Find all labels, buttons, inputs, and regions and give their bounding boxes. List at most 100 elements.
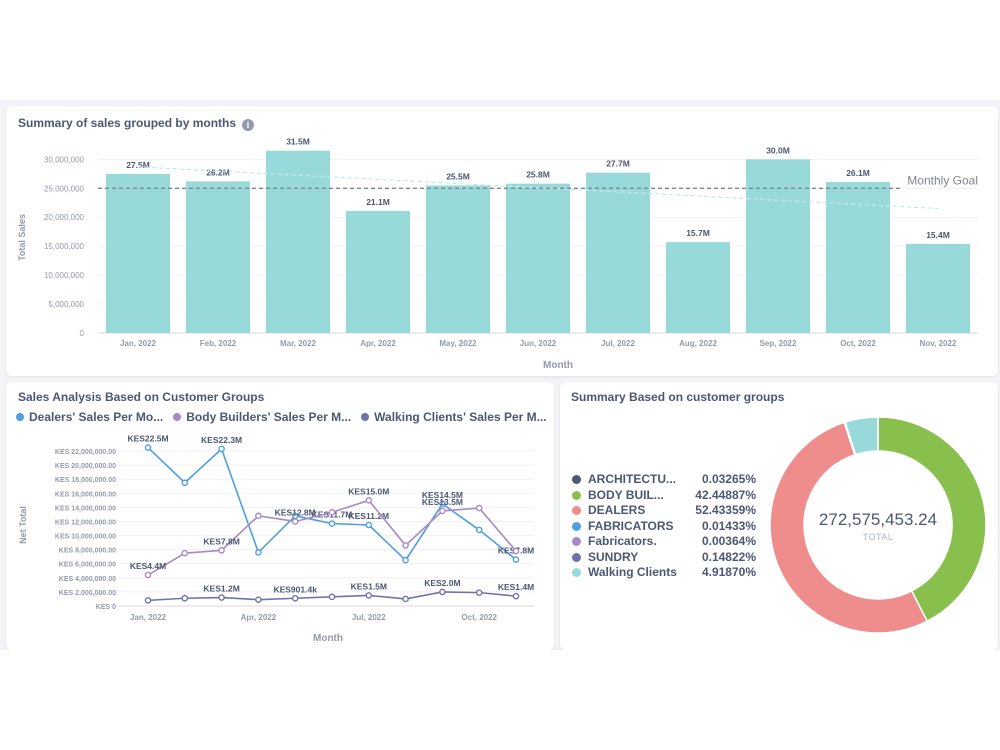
line-x-axis-title: Month [313, 633, 343, 644]
bar-data-label: 26.2M [206, 167, 230, 177]
bar-goal-label: Monthly Goal [907, 173, 978, 187]
line-y-tick-label: KES 12,000,000.00 [55, 519, 116, 526]
line-point [365, 521, 373, 529]
line-point [475, 589, 483, 596]
line-data-label: KES13.5M [422, 497, 463, 507]
bar-data-label: 25.5M [446, 171, 470, 181]
line-point [475, 504, 483, 512]
line-point [365, 497, 373, 504]
bar-x-tick-label: Oct, 2022 [840, 339, 876, 348]
line-data-label: KES7.8M [203, 536, 239, 546]
bar-data-label: 30.0M [766, 145, 790, 155]
donut-center: 272,575,453.24 TOTAL [803, 510, 953, 542]
line-point [439, 507, 446, 515]
bar-aug-2022 [666, 242, 730, 333]
bar-x-tick-label: May, 2022 [439, 339, 477, 348]
bar-x-tick-label: Aug, 2022 [679, 339, 717, 348]
line-point [512, 547, 520, 555]
line-data-label: KES12.8M [275, 507, 316, 517]
line-point [512, 556, 520, 563]
line-point [218, 547, 225, 554]
bar-data-label: 27.5M [126, 160, 150, 170]
line-point [291, 594, 299, 602]
line-point [255, 549, 262, 556]
bar-apr-2022 [346, 210, 410, 333]
line-y-tick-label: KES 0 [96, 604, 116, 611]
bar-x-tick-label: Sep, 2022 [760, 339, 797, 348]
line-y-axis-title: Net Total [18, 506, 28, 544]
bottom-blank-area [0, 650, 1000, 750]
customer-groups-donut-card: Summary Based on customer groups ARCHITE… [560, 382, 998, 650]
line-point [144, 571, 152, 579]
line-point [512, 592, 520, 600]
line-x-tick-label: Oct, 2022 [461, 613, 497, 622]
bar-y-tick-label: 0 [80, 329, 85, 338]
bar-y-tick-label: 10,000,000 [44, 271, 85, 280]
line-x-tick-label: Apr, 2022 [241, 613, 277, 622]
donut-total-label: TOTAL [862, 532, 894, 542]
bar-data-label: 15.4M [926, 230, 950, 240]
bar-oct-2022 [826, 181, 890, 333]
line-y-tick-label: KES 10,000,000.00 [55, 534, 116, 541]
bar-y-tick-label: 15,000,000 [44, 242, 85, 251]
line-point [181, 549, 189, 557]
monthly-sales-bar-chart: 0 5,000,000 10,000,000 15,000,000 20,000,000… [17, 137, 978, 371]
bar-data-label: 31.5M [286, 137, 310, 147]
line-point [328, 593, 336, 601]
bar-x-tick-label: Jul, 2022 [601, 339, 635, 348]
line-data-label: KES22.5M [127, 434, 168, 444]
bar-mar-2022 [266, 150, 330, 333]
line-point [181, 594, 189, 602]
line-point [144, 444, 152, 451]
line-point [144, 597, 152, 604]
bar-data-label: 25.8M [526, 170, 550, 180]
bar-x-tick-label: Apr, 2022 [360, 339, 396, 348]
line-y-tick-label: KES 8,000,000.00 [59, 548, 116, 555]
bar-data-label: 15.7M [686, 228, 710, 238]
bar-data-label: 27.7M [606, 159, 630, 169]
line-point [255, 512, 262, 520]
line-point [402, 595, 409, 603]
bar-y-axis-title: Total Sales [17, 214, 27, 261]
line-data-label: KES901.4k [273, 584, 317, 594]
line-point [218, 445, 225, 453]
customer-groups-line-card: Sales Analysis Based on Customer Groups … [6, 382, 554, 650]
top-blank-area [0, 0, 1000, 100]
bar-sep-2022 [746, 159, 810, 333]
line-y-tick-label: KES 18,000,000.00 [55, 477, 116, 484]
line-point [402, 556, 409, 564]
bar-x-tick-label: Nov, 2022 [920, 339, 957, 348]
bar-data-label: 26.1M [846, 168, 870, 178]
line-data-label: KES1.4M [498, 582, 534, 592]
bar-data-label: 21.1M [366, 197, 390, 207]
bar-nov-2022 [906, 243, 970, 333]
line-y-tick-label: KES 4,000,000.00 [59, 576, 116, 583]
line-point [439, 588, 446, 596]
line-data-label: KES2.0M [424, 578, 460, 588]
bar-y-tick-label: 20,000,000 [44, 213, 85, 222]
line-point [328, 520, 336, 527]
line-y-tick-label: KES 6,000,000.00 [59, 562, 116, 569]
line-data-label: KES11.2M [348, 511, 389, 521]
bar-x-tick-label: Jun, 2022 [520, 339, 557, 348]
line-data-label: KES4.4M [130, 561, 166, 571]
line-point [255, 596, 262, 603]
line-y-tick-label: KES 14,000,000.00 [55, 505, 116, 512]
bar-x-tick-label: Jan, 2022 [120, 339, 157, 348]
line-data-label: KES15.0M [348, 486, 389, 496]
line-point [365, 592, 373, 599]
line-point [328, 509, 336, 516]
bar-x-tick-label: Mar, 2022 [280, 339, 317, 348]
line-point [475, 526, 483, 534]
line-point [402, 542, 409, 549]
bar-x-axis-title: Month [543, 360, 573, 371]
line-y-tick-label: KES 16,000,000.00 [55, 491, 116, 498]
bar-y-tick-label: 5,000,000 [48, 300, 84, 309]
bar-y-tick-label: 25,000,000 [44, 184, 85, 193]
line-data-label: KES1.5M [351, 581, 387, 591]
monthly-sales-card: Summary of sales grouped by months i 0 5,0… [6, 106, 998, 376]
line-y-tick-label: KES 20,000,000.00 [55, 463, 116, 470]
bar-may-2022 [426, 185, 490, 333]
line-point [181, 479, 189, 487]
line-point [218, 594, 225, 601]
